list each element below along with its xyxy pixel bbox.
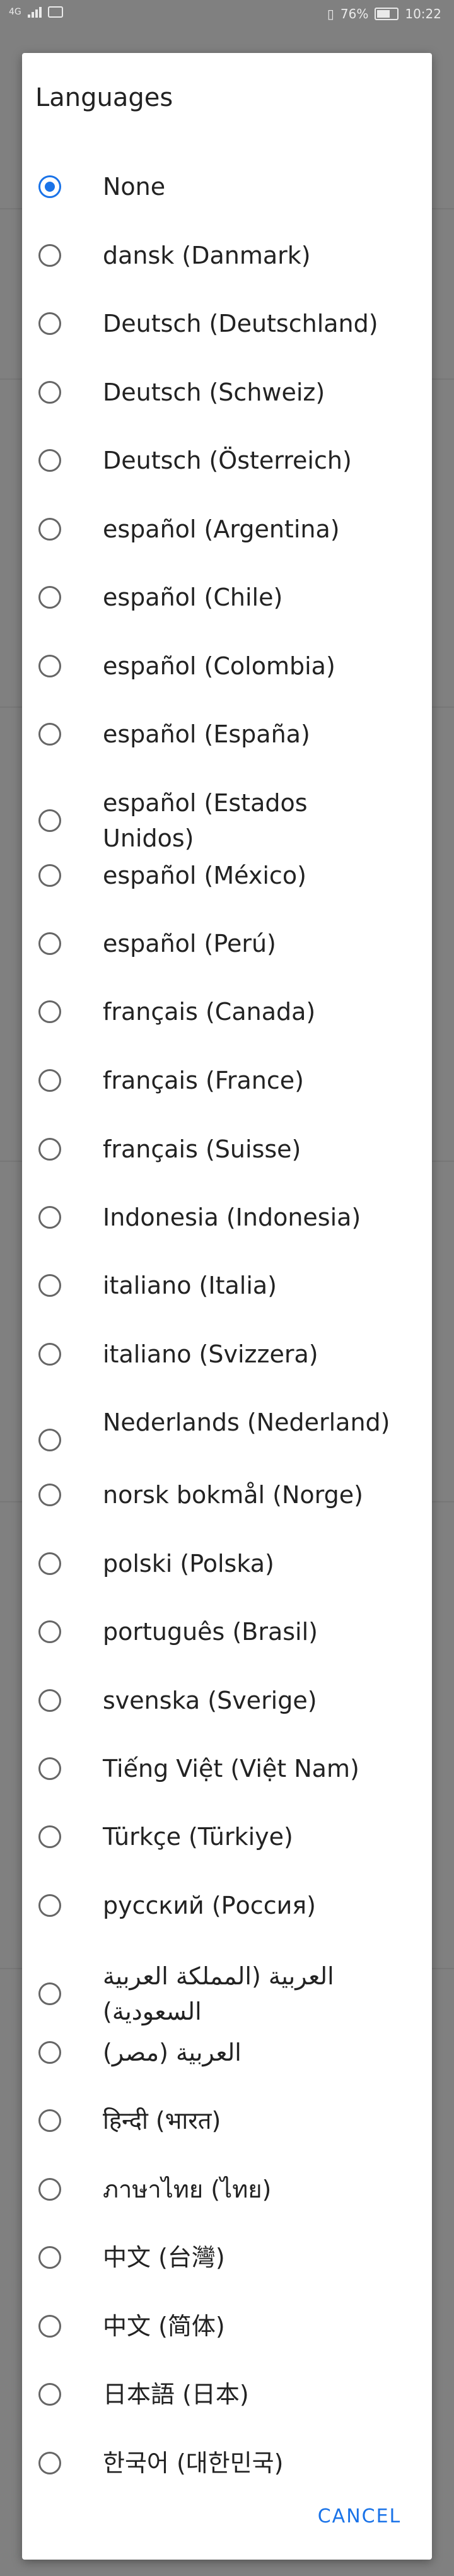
language-option-label: español (Argentina) xyxy=(103,515,340,543)
radio-button[interactable] xyxy=(38,2109,61,2132)
radio-button[interactable] xyxy=(38,2383,61,2406)
language-option-label: العربية (مصر) xyxy=(103,2039,242,2066)
language-option-label: norsk bokmål (Norge) xyxy=(103,1481,363,1509)
radio-button[interactable] xyxy=(38,1689,61,1712)
radio-button[interactable] xyxy=(38,2246,61,2269)
radio-button[interactable] xyxy=(38,518,61,541)
language-option-label: polski (Polska) xyxy=(103,1550,274,1578)
radio-button[interactable] xyxy=(38,1552,61,1575)
language-option-label: italiano (Svizzera) xyxy=(103,1340,318,1368)
vibrate-icon: ▯ xyxy=(327,6,334,21)
status-bar: 4G ▯ 76% 10:22 xyxy=(0,0,454,29)
language-option-label: Deutsch (Deutschland) xyxy=(103,310,378,337)
battery-percent: 76% xyxy=(340,6,369,21)
language-option-label: Indonesia (Indonesia) xyxy=(103,1203,361,1231)
carrier-label: 4G xyxy=(9,7,21,17)
language-option-label: 日本語 (日本) xyxy=(103,2380,249,2408)
radio-button[interactable] xyxy=(38,2178,61,2201)
radio-button[interactable] xyxy=(38,1069,61,1092)
language-option-label: français (Suisse) xyxy=(103,1135,301,1163)
radio-button[interactable] xyxy=(38,1000,61,1023)
language-option-label: português (Brasil) xyxy=(103,1618,318,1646)
radio-button[interactable] xyxy=(38,1343,61,1366)
language-option-label: dansk (Danmark) xyxy=(103,242,311,269)
language-option-label: italiano (Italia) xyxy=(103,1272,277,1299)
language-option-label: 中文 (台灣) xyxy=(103,2244,225,2271)
language-option-label: Tiếng Việt (Việt Nam) xyxy=(103,1755,359,1783)
clock: 10:22 xyxy=(405,6,441,21)
radio-button[interactable] xyxy=(38,1429,61,1451)
radio-button[interactable] xyxy=(38,449,61,472)
radio-button[interactable] xyxy=(38,723,61,746)
language-option-label: Deutsch (Schweiz) xyxy=(103,378,325,406)
radio-button[interactable] xyxy=(38,1982,61,2005)
radio-button[interactable] xyxy=(38,244,61,267)
language-option-label: हिन्दी (भारत) xyxy=(103,2107,221,2134)
language-option-label: español (Estados Unidos) xyxy=(103,789,308,852)
radio-button[interactable] xyxy=(38,1484,61,1506)
radio-button[interactable] xyxy=(38,1825,61,1848)
language-option-label: ภาษาไทย (ไทย) xyxy=(103,2175,272,2203)
radio-button[interactable] xyxy=(38,864,61,887)
radio-button[interactable] xyxy=(38,312,61,335)
radio-button[interactable] xyxy=(38,1620,61,1643)
dialog-title: Languages xyxy=(35,83,173,112)
radio-button[interactable] xyxy=(38,2452,61,2474)
language-option-label: Türkçe (Türkiye) xyxy=(103,1823,293,1851)
radio-button[interactable] xyxy=(38,2041,61,2064)
notification-icon xyxy=(47,6,63,18)
signal-icon xyxy=(27,6,42,18)
language-option-label: español (Chile) xyxy=(103,583,283,611)
radio-button[interactable] xyxy=(38,2315,61,2338)
language-option-label: العربية (المملكة العربية السعودية) xyxy=(103,1962,334,2025)
radio-button[interactable] xyxy=(38,809,61,832)
radio-button[interactable] xyxy=(38,381,61,404)
cancel-button[interactable]: CANCEL xyxy=(317,2499,402,2534)
language-option-label: svenska (Sverige) xyxy=(103,1687,317,1714)
radio-button[interactable] xyxy=(38,586,61,609)
language-option-label: None xyxy=(103,173,166,201)
language-option-label: español (España) xyxy=(103,720,310,748)
language-option-label: español (Colombia) xyxy=(103,652,335,680)
radio-button[interactable] xyxy=(38,932,61,955)
radio-button[interactable] xyxy=(38,655,61,677)
language-option-label: Nederlands (Nederland) xyxy=(103,1408,390,1436)
radio-button[interactable] xyxy=(38,1206,61,1229)
radio-button-checked[interactable] xyxy=(38,175,61,198)
radio-button[interactable] xyxy=(38,1894,61,1917)
language-option-label: русский (Россия) xyxy=(103,1892,316,1919)
battery-icon xyxy=(375,8,399,20)
language-option-label: español (Perú) xyxy=(103,930,276,957)
language-option-label: 한국어 (대한민국) xyxy=(103,2449,284,2477)
language-option-label: Deutsch (Österreich) xyxy=(103,447,352,474)
language-option-label: français (France) xyxy=(103,1067,304,1094)
language-option-label: 中文 (简体) xyxy=(103,2312,225,2340)
language-option-label: español (México) xyxy=(103,862,306,889)
radio-button[interactable] xyxy=(38,1757,61,1780)
radio-button[interactable] xyxy=(38,1274,61,1297)
language-option-label: français (Canada) xyxy=(103,998,316,1026)
radio-button[interactable] xyxy=(38,1138,61,1161)
